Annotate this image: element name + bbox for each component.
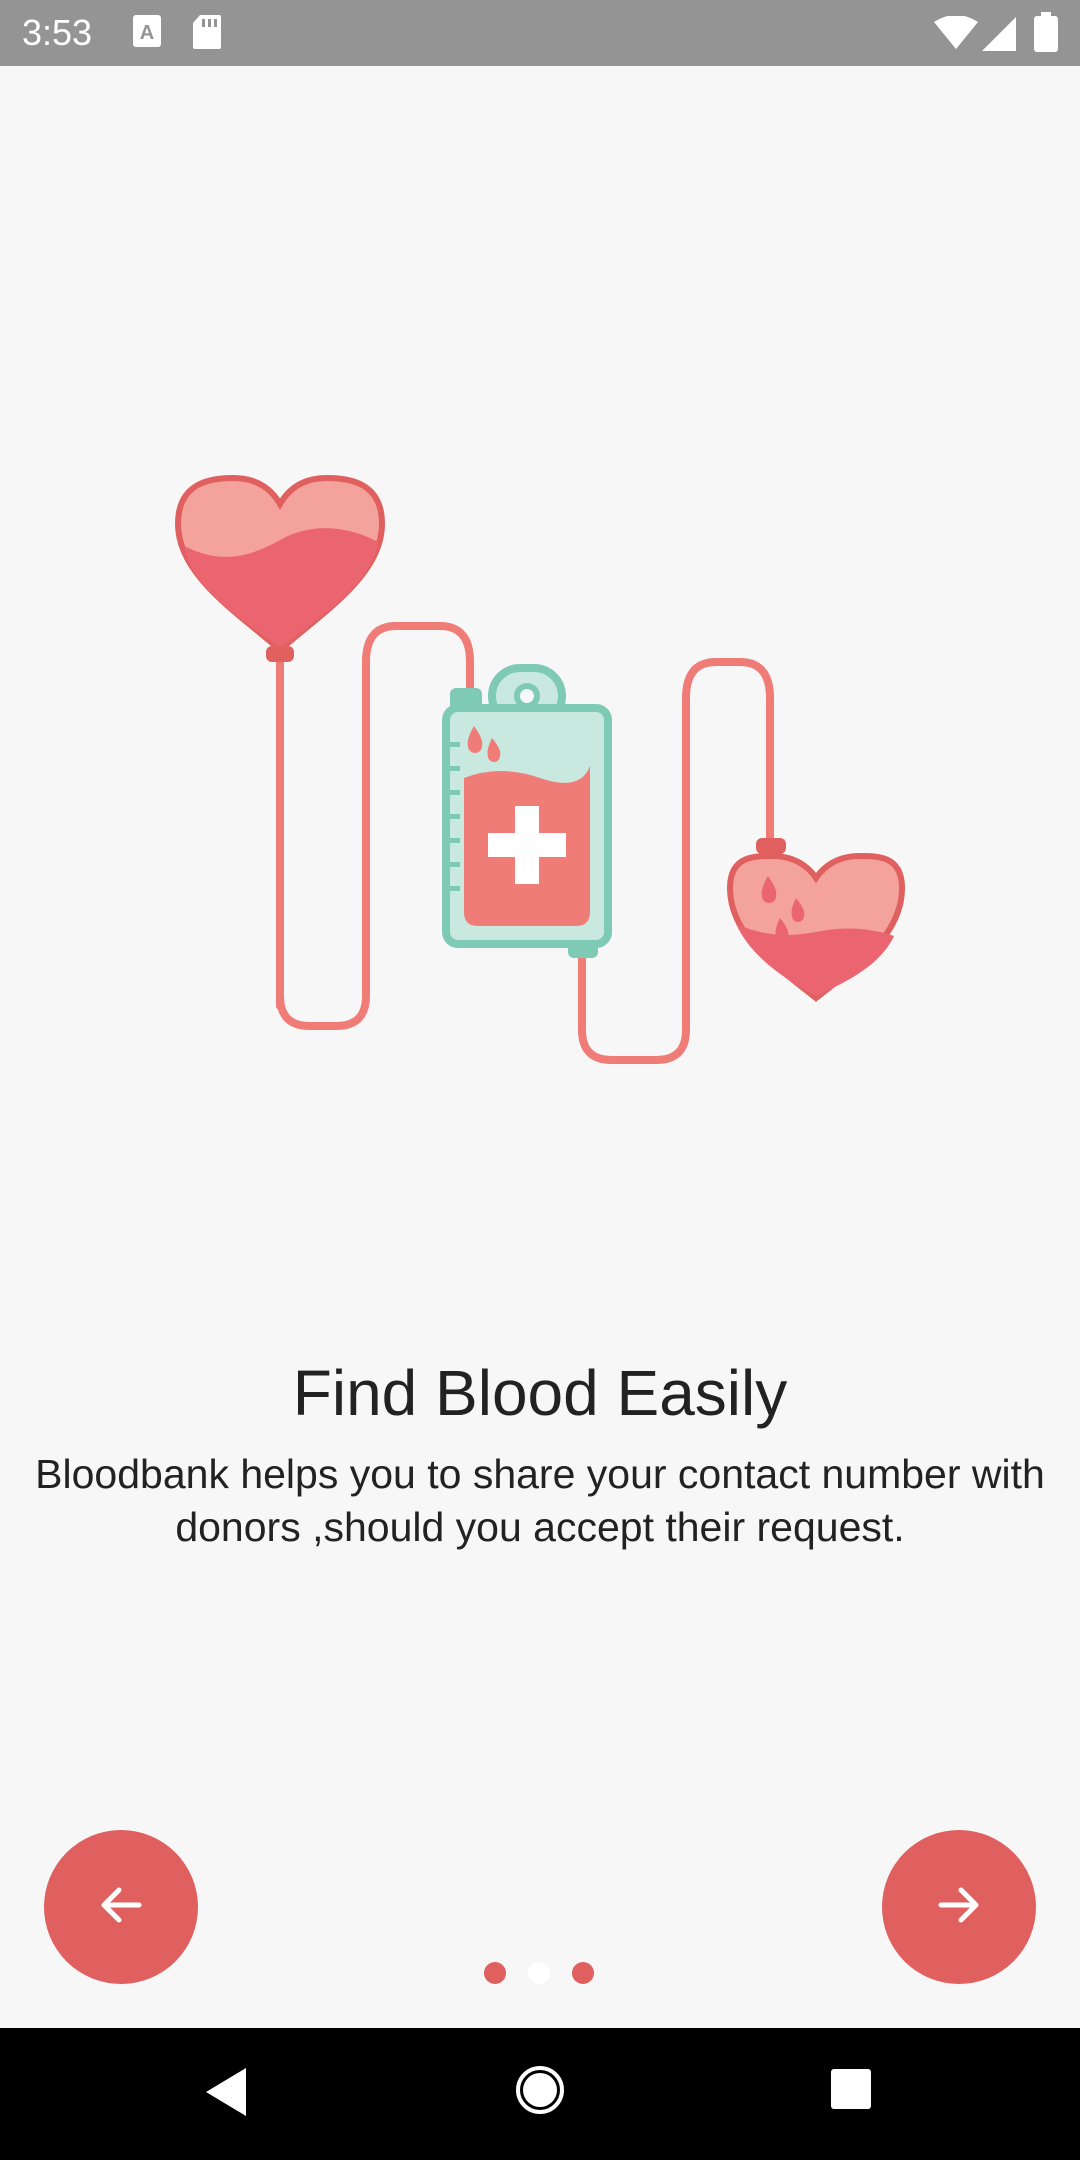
- blood-transfusion-illustration: [174, 474, 906, 1064]
- onboarding-title: Find Blood Easily: [292, 1357, 788, 1429]
- page-indicator: [0, 1962, 1080, 1988]
- svg-text:A: A: [140, 22, 154, 44]
- arrow-left-icon: [93, 1877, 149, 1938]
- a-badge-icon: A: [132, 14, 162, 53]
- system-navigation-bar: [0, 2028, 1080, 2160]
- blood-bag-icon: [442, 664, 612, 958]
- heart-full-icon: [174, 474, 386, 662]
- wifi-icon: [934, 15, 978, 55]
- status-bar: 3:53 A: [0, 0, 1080, 66]
- page-dot-3[interactable]: [572, 1962, 594, 1984]
- recents-icon[interactable]: [830, 2068, 872, 2115]
- arrow-right-icon: [931, 1877, 987, 1938]
- heart-partial-icon: [726, 838, 906, 1002]
- sd-card-icon: [192, 14, 222, 55]
- previous-button[interactable]: [44, 1830, 198, 1984]
- next-button[interactable]: [882, 1830, 1036, 1984]
- onboarding-description: Bloodbank helps you to share your contac…: [35, 1451, 1045, 1550]
- onboarding-screen: Find Blood Easily Bloodbank helps you to…: [0, 66, 1080, 2028]
- page-dot-2[interactable]: [528, 1962, 550, 1984]
- home-icon[interactable]: [514, 2064, 566, 2121]
- status-time: 3:53: [22, 12, 93, 53]
- page-dot-1[interactable]: [484, 1962, 506, 1984]
- signal-icon: [982, 16, 1018, 57]
- back-icon[interactable]: [204, 2066, 248, 2123]
- battery-icon: [1034, 12, 1058, 57]
